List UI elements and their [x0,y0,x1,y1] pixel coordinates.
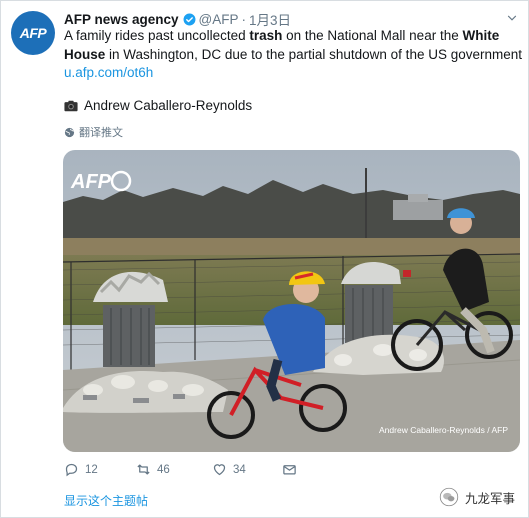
tweet-text-part: on the National Mall near the [282,28,463,43]
translate-tweet[interactable]: 翻译推文 [64,124,123,140]
tweet-text-bold: trash [249,28,283,43]
show-thread-link[interactable]: 显示这个主题帖 [64,492,148,509]
verified-badge-icon [183,13,196,25]
message-action[interactable] [282,462,303,477]
chevron-down-icon[interactable] [505,11,519,25]
reply-count: 12 [85,463,98,476]
watermark: 九龙军事 [439,487,515,507]
trash-can [341,261,401,343]
retweet-action[interactable]: 46 [136,462,170,477]
tweet-photo[interactable]: AFP Andrew Caballero-Reynolds / AFP [63,150,520,452]
camera-icon [64,100,78,111]
heart-icon [213,464,226,476]
author-name[interactable]: AFP news agency [64,12,179,27]
photo-scene: AFP Andrew Caballero-Reynolds / AFP [63,150,520,452]
author-handle[interactable]: @AFP [199,12,239,27]
photo-credit-text: Andrew Caballero-Reynolds [84,98,253,113]
tweet-header: AFP news agency @AFP · 1月3日 [64,10,519,28]
like-action[interactable]: 34 [212,462,246,477]
reply-icon [65,463,78,477]
globe-icon [64,127,75,137]
photo-caption: Andrew Caballero-Reynolds / AFP [379,425,508,435]
photo-credit-line: Andrew Caballero-Reynolds [64,98,252,113]
tweet-text-part: in Washington, DC due to the partial shu… [105,46,522,62]
avatar[interactable]: AFP [11,11,55,55]
tweet-timestamp[interactable]: 1月3日 [249,9,291,29]
like-count: 34 [233,463,246,476]
photo-logo: AFP [70,171,112,193]
retweet-count: 46 [157,463,170,476]
avatar-logo-text: AFP [19,25,47,41]
translate-label: 翻译推文 [79,127,123,139]
reply-action[interactable]: 12 [64,462,98,477]
envelope-icon [283,465,296,475]
tweet-text-part: A family rides past uncollected [64,28,250,43]
watermark-text: 九龙军事 [464,491,515,506]
retweet-icon [137,464,150,475]
tweet-actions: 12 46 34 [64,462,304,482]
header-separator: · [241,11,247,27]
tweet-text: A family rides past uncollected trash on… [64,27,524,83]
tweet-link[interactable]: u.afp.com/ot6h [64,65,153,80]
wechat-icon [439,487,459,507]
